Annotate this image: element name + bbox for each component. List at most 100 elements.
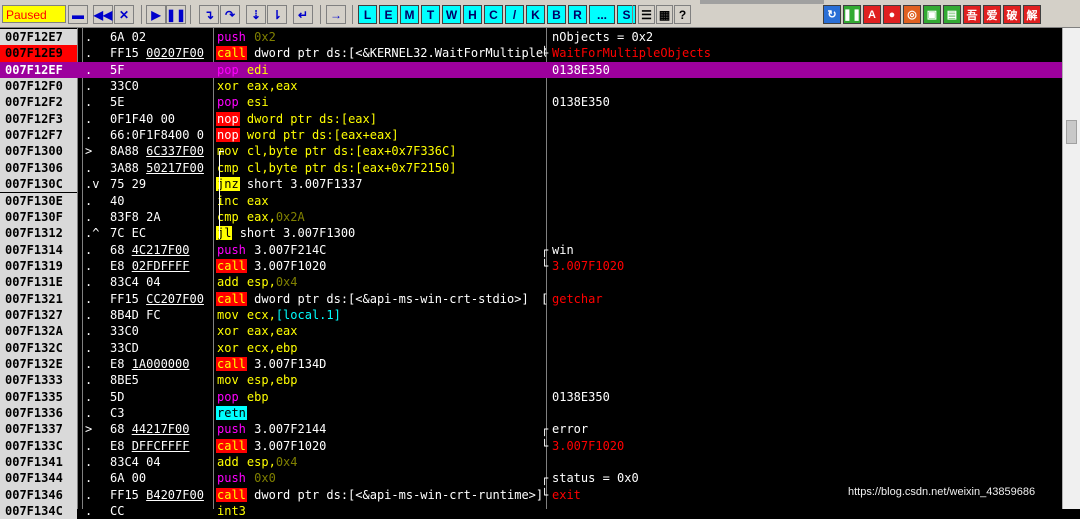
close-button[interactable]: ✕ [114, 5, 134, 24]
letter-button-t[interactable]: T [421, 5, 440, 24]
letter-button-more[interactable]: ... [589, 5, 615, 24]
operand: 0x2 [254, 30, 276, 44]
instruction-row[interactable]: 007F1314. 68 4C217F00 push 3.007F214C ┌ win [0, 241, 1062, 258]
trace-into-button[interactable]: ⇣ [246, 5, 266, 24]
step-over-icon: ↷ [224, 7, 236, 22]
instruction-row[interactable]: 007F132C. 33CD xor ecx,ebp [0, 339, 1062, 356]
instruction-text: push 3.007F2144 [216, 421, 546, 437]
letter-button-w[interactable]: W [442, 5, 461, 24]
instruction-hex: 5E [110, 94, 215, 110]
step-over-button[interactable]: ↷ [220, 5, 240, 24]
trace-over-button[interactable]: ⇂ [267, 5, 287, 24]
refresh-button[interactable]: ↻ [823, 5, 841, 24]
instruction-row[interactable]: 007F1312 .^ 7C EC jl short 3.007F1300 [0, 225, 1062, 242]
help-button[interactable]: ? [674, 5, 691, 24]
hex-address-bytes: B4207F00 [146, 487, 204, 502]
a-plugin-button[interactable]: A [863, 5, 881, 24]
yinjing-plugin-button[interactable]: 吾 [963, 5, 981, 24]
instruction-row[interactable]: 007F12E9. FF15 00207F00 call dword ptr ds:… [0, 45, 1062, 62]
goto-button[interactable]: → [326, 5, 346, 24]
mnemonic: call [216, 46, 247, 61]
instruction-address: 007F12E9 [0, 45, 77, 62]
instruction-row[interactable]: 007F132A. 33C0 xor eax,eax [0, 323, 1062, 340]
list-button[interactable]: ☰ [638, 5, 655, 24]
jie-plugin-button[interactable]: 解 [1023, 5, 1041, 24]
instruction-row[interactable]: 007F1344. 6A 00 push 0x0 ┌ status = 0x0 [0, 470, 1062, 487]
instruction-row[interactable]: 007F133C. E8 DFFCFFFF call 3.007F1020 └ 3.00… [0, 437, 1062, 455]
instruction-row[interactable]: 007F1333. 8BE5 mov esp,ebp [0, 372, 1062, 389]
instruction-address: 007F1335 [0, 388, 77, 406]
mnemonic: mov [217, 307, 239, 322]
jump-marker: . [85, 46, 93, 61]
letter-button-slash[interactable]: / [505, 5, 524, 24]
letter-button-r[interactable]: R [568, 5, 587, 24]
letter-button-c[interactable]: C [484, 5, 503, 24]
letter-button-b[interactable]: B [547, 5, 566, 24]
instruction-row[interactable]: 007F1300 >8A88 6C337F00 mov cl,byte ptr ds… [0, 143, 1062, 160]
mnemonic: retn [216, 406, 247, 421]
instruction-row[interactable]: 007F12EF. 5F pop edi 0138E350 [0, 61, 1062, 79]
image-plugin-button[interactable]: ▣ [923, 5, 941, 24]
grid-button[interactable]: ▦ [656, 5, 673, 24]
instruction-hex: 33CD [110, 340, 215, 356]
instruction-row[interactable]: 007F131E. 83C4 04 add esp,0x4 [0, 274, 1062, 291]
pause-button[interactable]: ❚❚ [166, 5, 186, 24]
love-plugin-button[interactable]: 爱 [983, 5, 1001, 24]
toolbar-separator [632, 5, 633, 24]
operand: 3.007F2144 [254, 422, 327, 437]
instruction-row[interactable]: 007F1336. C3 retn [0, 405, 1062, 422]
letter-button-s[interactable]: S [617, 5, 636, 24]
instruction-row[interactable]: 007F130F. 83F8 2A cmp eax,0x2A [0, 208, 1062, 226]
instruction-hex: 66:0F1F8400 0 [110, 127, 215, 143]
instruction-row[interactable]: 007F1335. 5D pop ebp 0138E350 [0, 388, 1062, 406]
instruction-row[interactable]: 007F1321. FF15 CC207F00 call dword ptr ds:… [0, 290, 1062, 307]
rewind-button[interactable]: ◀◀ [93, 5, 113, 24]
open-button[interactable]: ▬ [68, 5, 88, 24]
instruction-row[interactable]: 007F12F7. 66:0F1F8400 0 nop word ptr ds:[e… [0, 127, 1062, 144]
letter-button-k[interactable]: K [526, 5, 545, 24]
letter-button-l[interactable]: L [358, 5, 377, 24]
disassembly-pane[interactable]: 007F12E7. 6A 02 push 0x2 nObjects = 0x2 007F… [0, 28, 1080, 519]
target-plugin-button[interactable]: ◎ [903, 5, 921, 24]
instruction-text: add esp,0x4 [216, 274, 546, 290]
instruction-row[interactable]: 007F12E7. 6A 02 push 0x2 nObjects = 0x2 [0, 29, 1062, 46]
instruction-row[interactable]: 007F1319. E8 02FDFFFF call 3.007F1020 └ 3.00… [0, 257, 1062, 275]
window-plugin-button[interactable]: ▤ [943, 5, 961, 24]
instruction-row[interactable]: 007F12F2. 5E pop esi 0138E350 [0, 94, 1062, 111]
operand: ecx, [246, 307, 276, 322]
instruction-row[interactable]: 007F1327. 8B4D FC mov ecx,[local.1] [0, 306, 1062, 324]
debugger-status: Paused [2, 5, 66, 23]
vertical-scrollbar[interactable] [1062, 28, 1080, 509]
run-button[interactable]: ▶ [146, 5, 166, 24]
instruction-row[interactable]: 007F130E. 40 inc eax [0, 192, 1062, 209]
instruction-row[interactable]: 007F132E. E8 1A000000 call 3.007F134D [0, 356, 1062, 373]
a-plugin-icon: A [868, 8, 876, 21]
instruction-row[interactable]: 007F1341. 83C4 04 add esp,0x4 [0, 454, 1062, 471]
jie-plugin-label: 解 [1026, 9, 1038, 22]
instruction-hex: 83C4 04 [110, 454, 215, 470]
instruction-hex: 8A88 6C337F00 [110, 143, 215, 159]
instruction-row[interactable]: 007F1306. 3A88 50217F00 cmp cl,byte ptr ds… [0, 159, 1062, 177]
circle-plugin-button[interactable]: ● [883, 5, 901, 24]
instruction-text: xor eax,eax [216, 78, 546, 94]
call-bracket: └ [541, 46, 549, 61]
instruction-address: 007F12EF [0, 61, 77, 79]
jump-marker: . [85, 340, 93, 355]
po-plugin-button[interactable]: 破 [1003, 5, 1021, 24]
instruction-row[interactable]: 007F130C .v 75 29 jnz short 3.007F1337 [0, 176, 1062, 193]
step-into-button[interactable]: ↴ [199, 5, 219, 24]
letter-button-m[interactable]: M [400, 5, 419, 24]
scrollbar-thumb[interactable] [1066, 120, 1077, 144]
pause-plugin-button[interactable]: ❚❚ [843, 5, 861, 24]
instruction-row[interactable]: 007F134C. CC int3 [0, 503, 1062, 519]
instruction-row[interactable]: 007F1337 >68 44217F00 push 3.007F2144 ┌ erro… [0, 421, 1062, 438]
letter-button-e[interactable]: E [379, 5, 398, 24]
instruction-row[interactable]: 007F12F3. 0F1F40 00 nop dword ptr ds:[eax] [0, 110, 1062, 128]
instruction-address: 007F1344 [0, 470, 77, 487]
instruction-text: mov esp,ebp [216, 372, 546, 388]
execute-till-return-button[interactable]: ↵ [293, 5, 313, 24]
instruction-row[interactable]: 007F12F0. 33C0 xor eax,eax [0, 78, 1062, 95]
instruction-hex: E8 1A000000 [110, 356, 215, 372]
letter-button-h[interactable]: H [463, 5, 482, 24]
hex-bytes: 75 29 [110, 177, 147, 192]
